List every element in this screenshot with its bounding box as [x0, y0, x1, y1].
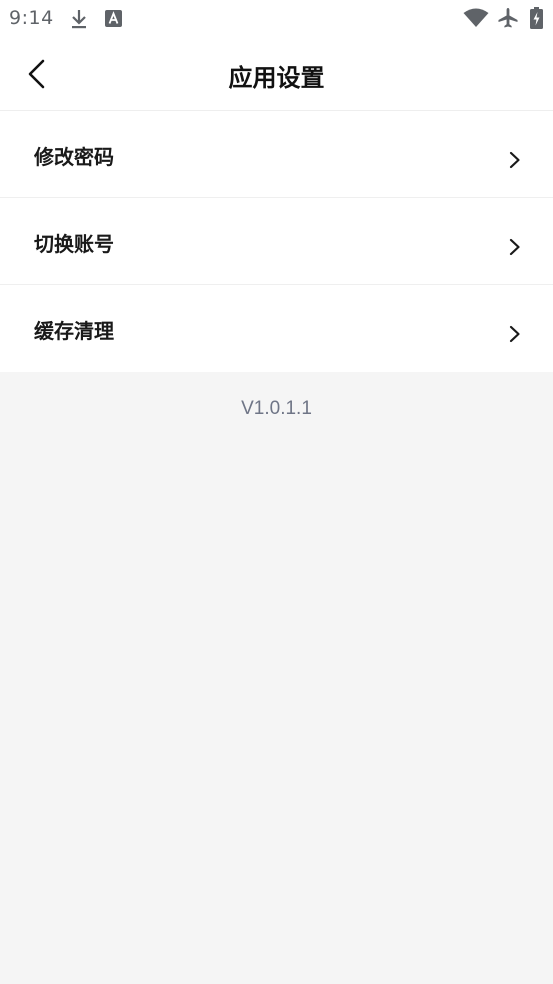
menu-item-label: 缓存清理 [34, 319, 114, 343]
chevron-right-icon [509, 151, 520, 169]
airplane-mode-icon [498, 8, 518, 28]
status-time: 9:14 [9, 7, 54, 29]
chevron-right-icon [509, 325, 520, 343]
battery-icon [530, 7, 543, 29]
menu-item-label: 切换账号 [34, 232, 114, 256]
chevron-right-icon [509, 238, 520, 256]
page-title: 应用设置 [228, 64, 325, 92]
settings-menu: 修改密码 切换账号 缓存清理 [0, 110, 553, 372]
app-version: V1.0.1.1 [241, 398, 312, 419]
menu-item-change-password[interactable]: 修改密码 [0, 111, 553, 198]
menu-item-clear-cache[interactable]: 缓存清理 [0, 285, 553, 372]
menu-item-switch-account[interactable]: 切换账号 [0, 198, 553, 285]
menu-item-label: 修改密码 [34, 145, 114, 169]
download-icon [72, 10, 86, 29]
wifi-icon [463, 8, 489, 27]
status-bar: 9:14 [0, 0, 553, 38]
app-header: 应用设置 [0, 38, 553, 110]
a-notification-icon [105, 10, 122, 27]
